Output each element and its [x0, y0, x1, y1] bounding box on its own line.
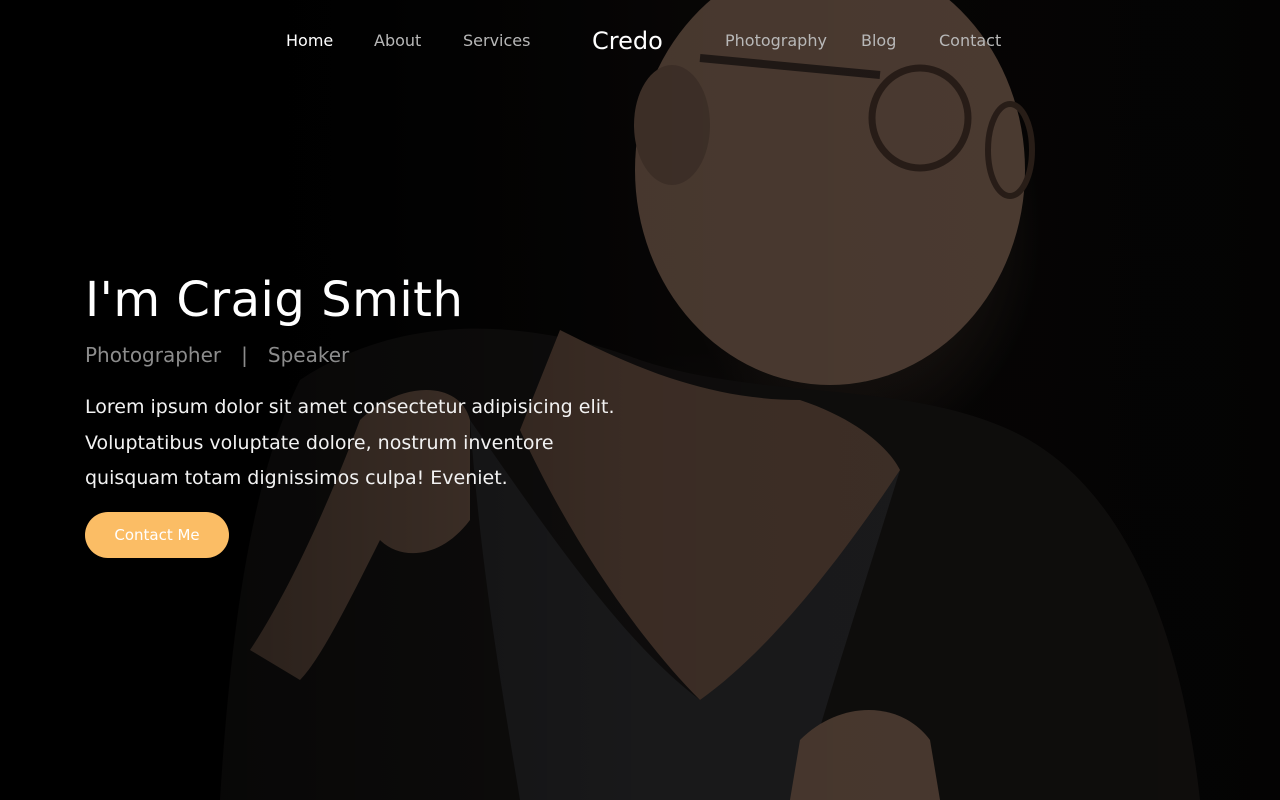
- nav-link-blog[interactable]: Blog: [861, 31, 896, 50]
- roles-separator: |: [241, 343, 248, 367]
- hero-title: I'm Craig Smith: [85, 272, 464, 328]
- nav-link-services[interactable]: Services: [463, 31, 530, 50]
- nav-link-about[interactable]: About: [374, 31, 421, 50]
- brand-logo[interactable]: Credo: [592, 27, 663, 55]
- contact-me-button[interactable]: Contact Me: [85, 512, 229, 558]
- hero-roles: Photographer | Speaker: [85, 343, 349, 367]
- role-photographer: Photographer: [85, 343, 222, 367]
- main-navigation: Home About Services Credo Photography Bl…: [0, 0, 1280, 84]
- nav-link-photography[interactable]: Photography: [725, 31, 827, 50]
- nav-link-home[interactable]: Home: [286, 31, 333, 50]
- nav-link-contact[interactable]: Contact: [939, 31, 1001, 50]
- role-speaker: Speaker: [267, 343, 350, 367]
- hero-description: Lorem ipsum dolor sit amet consectetur a…: [85, 396, 615, 489]
